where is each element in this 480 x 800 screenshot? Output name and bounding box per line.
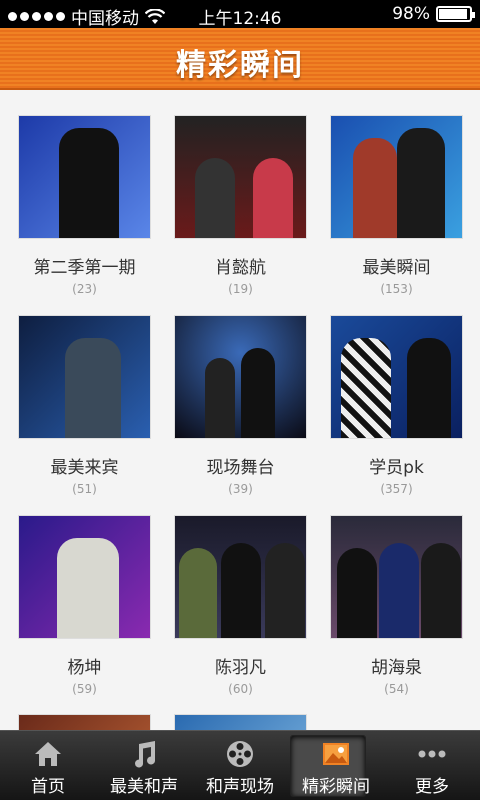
album-count: (19)	[228, 282, 253, 296]
album-name: 最美瞬间	[362, 258, 431, 278]
tab-label: 更多	[415, 777, 449, 797]
album-item[interactable]: 杨坤 (59)	[7, 515, 162, 696]
album-count: (39)	[228, 482, 253, 496]
album-count: (54)	[384, 682, 409, 696]
battery-percent: 98%	[392, 4, 430, 24]
tab-label: 精彩瞬间	[302, 777, 370, 797]
album-count: (59)	[72, 682, 97, 696]
album-thumbnail[interactable]	[330, 515, 463, 639]
album-name: 杨坤	[67, 658, 102, 678]
tab-harmony-live[interactable]: 和声现场	[192, 731, 288, 800]
tab-highlights[interactable]: 精彩瞬间	[288, 731, 384, 800]
film-reel-icon	[227, 741, 253, 767]
tab-best-harmony[interactable]: 最美和声	[96, 731, 192, 800]
music-note-icon	[135, 741, 156, 768]
album-thumbnail[interactable]	[18, 315, 151, 439]
album-name: 最美来宾	[50, 458, 119, 478]
album-thumbnail[interactable]	[18, 714, 151, 730]
album-thumbnail[interactable]	[330, 115, 463, 239]
home-icon	[35, 742, 61, 766]
album-name: 胡海泉	[371, 658, 422, 678]
album-item[interactable]	[7, 714, 162, 730]
album-item[interactable]: 最美来宾 (51)	[7, 315, 162, 496]
tab-label: 最美和声	[110, 777, 178, 797]
status-bar: 中国移动 上午12:46 98%	[0, 0, 480, 29]
album-item[interactable]: 学员pk (357)	[319, 315, 474, 496]
bottom-tab-bar: 首页 最美和声 和声现场 精彩瞬间 更多	[0, 730, 480, 800]
album-name: 肖懿航	[215, 258, 266, 278]
page-title: 精彩瞬间	[176, 48, 304, 83]
album-name: 陈羽凡	[215, 658, 266, 678]
album-count: (153)	[380, 282, 413, 296]
tab-home[interactable]: 首页	[0, 731, 96, 800]
album-thumbnail[interactable]	[330, 315, 463, 439]
album-thumbnail[interactable]	[174, 115, 307, 239]
album-thumbnail[interactable]	[174, 515, 307, 639]
tab-label: 首页	[31, 777, 65, 797]
album-item[interactable]: 肖懿航 (19)	[163, 115, 318, 296]
album-count: (357)	[380, 482, 413, 496]
album-thumbnail[interactable]	[174, 714, 307, 730]
album-name: 现场舞台	[206, 458, 275, 478]
album-item[interactable]: 胡海泉 (54)	[319, 515, 474, 696]
album-item[interactable]: 陈羽凡 (60)	[163, 515, 318, 696]
album-thumbnail[interactable]	[18, 515, 151, 639]
album-thumbnail[interactable]	[174, 315, 307, 439]
album-grid: 第二季第一期 (23) 肖懿航 (19) 最美瞬间 (153) 最美来宾 (51…	[0, 92, 480, 730]
album-item[interactable]: 最美瞬间 (153)	[319, 115, 474, 296]
album-name: 第二季第一期	[33, 258, 136, 278]
tab-label: 和声现场	[206, 777, 274, 797]
album-thumbnail[interactable]	[18, 115, 151, 239]
album-count: (51)	[72, 482, 97, 496]
more-dots-icon	[418, 750, 446, 758]
album-count: (23)	[72, 282, 97, 296]
tab-more[interactable]: 更多	[384, 731, 480, 800]
album-item[interactable]: 第二季第一期 (23)	[7, 115, 162, 296]
page-header: 精彩瞬间	[0, 28, 480, 90]
battery-icon	[436, 6, 475, 22]
album-item[interactable]	[163, 714, 318, 730]
photo-icon	[323, 743, 349, 765]
album-item[interactable]: 现场舞台 (39)	[163, 315, 318, 496]
album-count: (60)	[228, 682, 253, 696]
album-name: 学员pk	[369, 458, 424, 478]
